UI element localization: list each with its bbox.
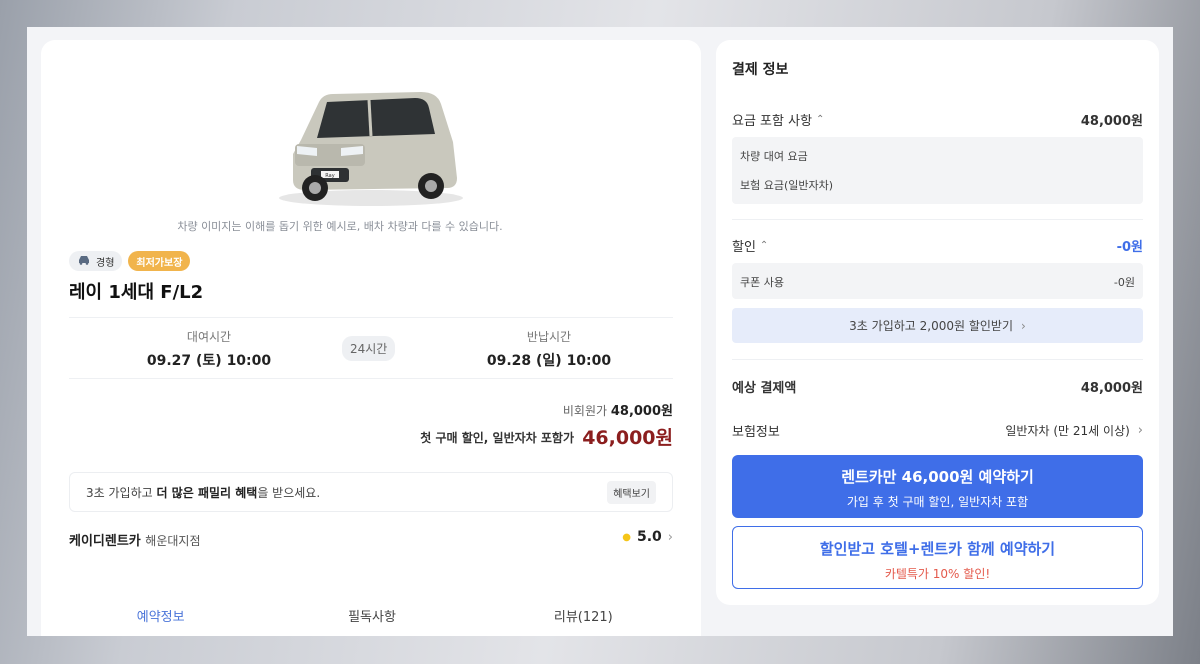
rental-duration: 24시간	[342, 336, 396, 361]
car-type-tag: 경형	[69, 251, 123, 271]
insurance-row[interactable]: 보험정보 일반자차 (만 21세 이상) ›	[732, 421, 1143, 440]
signup-promo-banner: 3초 가입하고 더 많은 패밀리 혜택을 받으세요. 혜택보기	[69, 472, 673, 512]
car-image: Ray	[279, 92, 463, 206]
first-purchase-label: 첫 구매 할인, 일반자차 포함가	[420, 431, 574, 445]
pickup-time: 대여시간 09.27 (토) 10:00	[89, 328, 329, 370]
book-hotel-rental-title: 할인받고 호텔+렌트카 함께 예약하기	[819, 540, 1056, 558]
discount-label: 할인	[732, 240, 756, 255]
price-summary: 비회원가 48,000원 첫 구매 할인, 일반자차 포함가 46,000원	[420, 400, 673, 450]
chevron-up-icon: ⌃	[759, 240, 769, 251]
expected-payment-value: 48,000원	[1080, 381, 1143, 396]
nonmember-price: 비회원가 48,000원	[420, 400, 673, 419]
book-hotel-rental-button[interactable]: 할인받고 호텔+렌트카 함께 예약하기 카텔특가 10% 할인!	[732, 526, 1143, 589]
lowest-price-badge: 최저가보장	[128, 251, 191, 271]
return-label: 반납시간	[526, 330, 572, 344]
signup-discount-button[interactable]: 3초 가입하고 2,000원 할인받기 ›	[732, 308, 1143, 343]
signup-discount-label: 3초 가입하고 2,000원 할인받기	[849, 319, 1014, 333]
first-purchase-price: 첫 구매 할인, 일반자차 포함가 46,000원	[420, 423, 673, 450]
insurance-value: 일반자차 (만 21세 이상)	[1005, 424, 1130, 438]
view-benefits-button[interactable]: 혜택보기	[607, 480, 656, 504]
branch-rating[interactable]: ● 5.0 ›	[622, 529, 673, 545]
fee-item: 차량 대여 요금	[740, 150, 808, 163]
coupon-value: -0원	[1113, 276, 1135, 289]
chevron-right-icon: ›	[1021, 318, 1026, 333]
branch-info[interactable]: 케이디렌트카 해운대지점	[69, 530, 201, 549]
first-purchase-value: 46,000원	[582, 427, 673, 449]
car-detail-card: Ray 차량 이미지는 이해를 돕기 위한 예시로, 배차 차량과 다를 수 있…	[41, 40, 701, 636]
car-image-caption: 차량 이미지는 이해를 돕기 위한 예시로, 배차 차량과 다를 수 있습니다.	[177, 220, 503, 233]
nonmember-price-value: 48,000원	[610, 404, 673, 419]
divider	[732, 219, 1143, 220]
discount-row[interactable]: 할인 ⌃ -0원	[732, 236, 1143, 255]
nonmember-price-label: 비회원가	[562, 404, 608, 418]
coupon-label: 쿠폰 사용	[740, 276, 784, 289]
book-rental-button[interactable]: 렌트카만 46,000원 예약하기 가입 후 첫 구매 할인, 일반자차 포함	[732, 455, 1143, 518]
expected-payment-row: 예상 결제액 48,000원	[732, 377, 1143, 396]
page-frame: Ray 차량 이미지는 이해를 돕기 위한 예시로, 배차 차량과 다를 수 있…	[27, 27, 1173, 636]
book-rental-subtitle: 가입 후 첫 구매 할인, 일반자차 포함	[846, 495, 1029, 509]
chevron-right-icon: ›	[1137, 423, 1143, 438]
car-name: 레이 1세대 F/L2	[69, 282, 204, 303]
pickup-label: 대여시간	[186, 330, 232, 344]
divider	[732, 359, 1143, 360]
detail-tabs: 예약정보 필독사항 리뷰(121)	[55, 596, 689, 636]
expected-payment-label: 예상 결제액	[732, 381, 797, 396]
return-time: 반납시간 09.28 (일) 10:00	[429, 328, 669, 370]
tab-reviews[interactable]: 리뷰(121)	[478, 596, 689, 636]
car-icon	[77, 255, 91, 268]
rental-time-box: 대여시간 09.27 (토) 10:00 24시간 반납시간 09.28 (일)…	[69, 317, 673, 379]
discount-value: -0원	[1116, 240, 1143, 255]
rating-value: 5.0	[636, 529, 662, 545]
promo-text-a: 3초 가입하고	[86, 485, 157, 500]
promo-text-highlight: 더 많은 패밀리 혜택	[156, 485, 258, 500]
car-tags: 경형 최저가보장	[69, 251, 191, 271]
branch-location: 해운대지점	[145, 534, 201, 548]
star-icon: ●	[622, 531, 631, 543]
chevron-right-icon: ›	[667, 529, 673, 545]
fee-included-value: 48,000원	[1080, 114, 1143, 129]
return-value: 09.28 (일) 10:00	[486, 353, 612, 369]
tab-required-reading[interactable]: 필독사항	[266, 596, 477, 636]
tab-reservation-info[interactable]: 예약정보	[55, 596, 266, 636]
fee-included-row[interactable]: 요금 포함 사항 ⌃ 48,000원	[732, 110, 1143, 129]
license-plate: Ray	[325, 173, 334, 179]
promo-text: 3초 가입하고 더 많은 패밀리 혜택을 받으세요.	[86, 484, 320, 501]
car-type-label: 경형	[96, 257, 115, 269]
book-hotel-rental-subtitle: 카텔특가 10% 할인!	[884, 567, 991, 581]
pickup-value: 09.27 (토) 10:00	[146, 353, 272, 369]
fee-item: 보험 요금(일반자차)	[740, 179, 834, 192]
book-rental-title: 렌트카만 46,000원 예약하기	[841, 468, 1034, 486]
fee-items-box: 차량 대여 요금 보험 요금(일반자차)	[732, 137, 1143, 204]
insurance-label: 보험정보	[732, 425, 780, 440]
payment-title: 결제 정보	[732, 62, 789, 78]
branch-company: 케이디렌트카	[69, 534, 141, 549]
promo-text-c: 을 받으세요.	[257, 485, 321, 500]
payment-info-card: 결제 정보 요금 포함 사항 ⌃ 48,000원 차량 대여 요금 보험 요금(…	[716, 40, 1159, 605]
chevron-up-icon: ⌃	[816, 114, 825, 125]
coupon-box: 쿠폰 사용 -0원	[732, 263, 1143, 299]
fee-included-label: 요금 포함 사항	[732, 114, 813, 129]
